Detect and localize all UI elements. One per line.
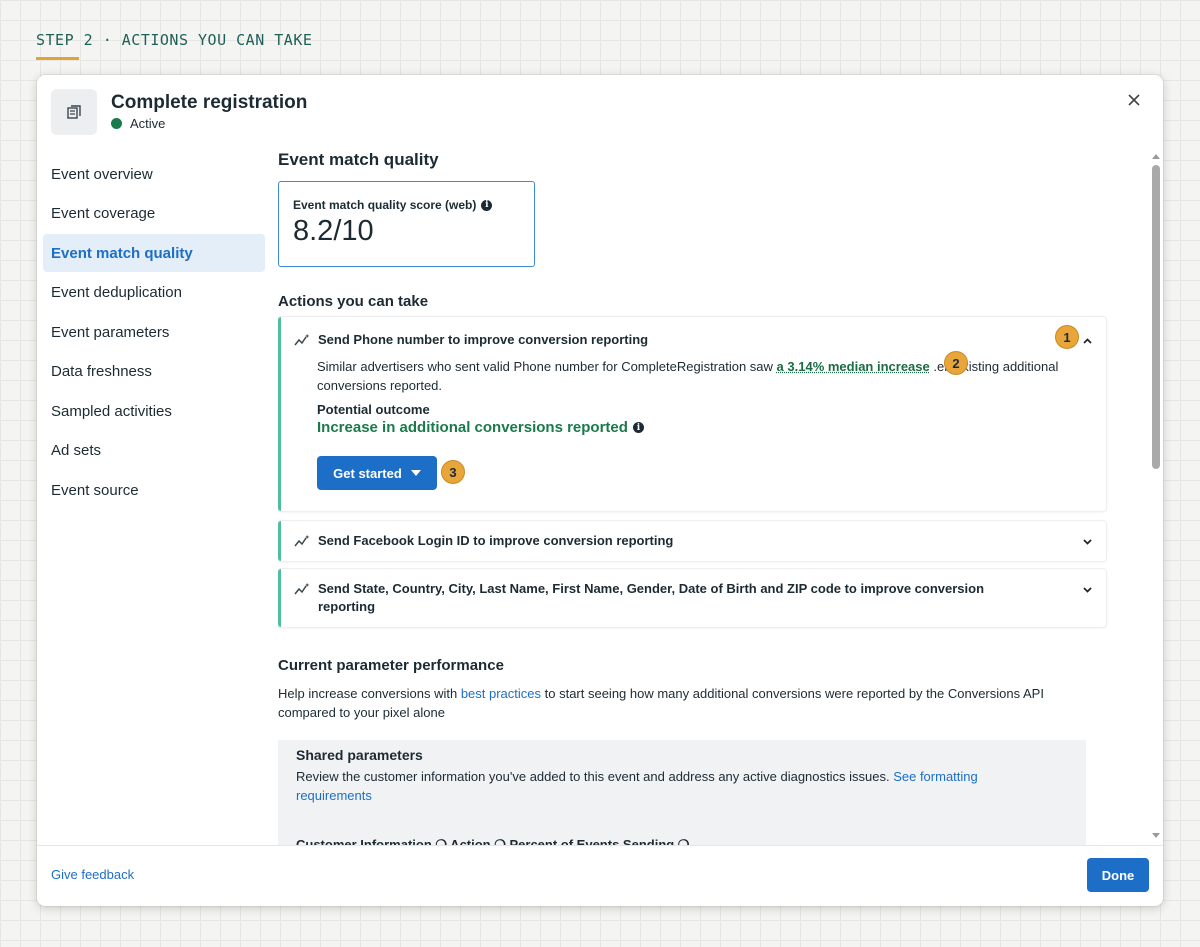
annotation-badge-2: 2 — [944, 351, 968, 375]
score-label-row: Event match quality score (web) i — [293, 198, 520, 212]
action-title-line2: reporting — [318, 599, 376, 614]
annotation-badge-3: 3 — [441, 460, 465, 484]
get-started-button[interactable]: Get started — [317, 456, 437, 490]
info-icon[interactable]: i — [481, 199, 493, 211]
chevron-up-icon[interactable] — [1083, 337, 1092, 346]
performance-title: Current parameter performance — [278, 657, 504, 674]
info-icon[interactable]: i — [632, 422, 644, 433]
annotation-badge-1: 1 — [1055, 325, 1079, 349]
main-content[interactable]: Event match quality Event match quality … — [278, 137, 1142, 845]
trend-sparkle-icon — [294, 583, 310, 595]
event-details-modal: Complete registration Active Event overv… — [37, 75, 1163, 906]
potential-outcome-label: Potential outcome — [317, 402, 430, 417]
action-title: Send State, Country, City, Last Name, Fi… — [318, 580, 984, 616]
sidebar-nav: Event overview Event coverage Event matc… — [43, 155, 265, 511]
formatting-requirements-link-2[interactable]: requirements — [296, 788, 372, 803]
best-practices-link[interactable]: best practices — [461, 686, 541, 701]
perf-text: Help increase conversions with — [278, 686, 461, 701]
event-document-icon — [51, 89, 97, 135]
action-header[interactable]: Send Phone number to improve conversion … — [294, 331, 648, 349]
sidebar-item-data-freshness[interactable]: Data freshness — [43, 353, 265, 391]
sidebar-item-event-match-quality[interactable]: Event match quality — [43, 234, 265, 272]
section-title: Event match quality — [278, 150, 439, 169]
formatting-requirements-link[interactable]: See formatting — [893, 769, 978, 784]
scroll-down-arrow-icon[interactable] — [1152, 833, 1160, 838]
done-button[interactable]: Done — [1087, 858, 1149, 892]
modal-title: Complete registration — [111, 92, 308, 113]
sidebar-item-event-parameters[interactable]: Event parameters — [43, 313, 265, 351]
shared-parameters-panel: Shared parameters Review the customer in… — [278, 740, 1086, 845]
score-card: Event match quality score (web) i 8.2/10 — [278, 181, 535, 267]
modal-footer: Give feedback Done — [37, 845, 1163, 906]
action-card-facebook-login[interactable]: Send Facebook Login ID to improve conver… — [278, 521, 1106, 561]
score-label: Event match quality score (web) — [293, 198, 477, 212]
get-started-label: Get started — [333, 465, 402, 481]
action-header[interactable]: Send State, Country, City, Last Name, Fi… — [294, 580, 984, 616]
table-headers-partial: Customer Information ❍ Action ❍ Percent … — [296, 837, 690, 845]
sidebar-item-ad-sets[interactable]: Ad sets — [43, 432, 265, 470]
status-text: Active — [130, 116, 166, 131]
desc-text: Similar advertisers who sent valid Phone… — [317, 359, 777, 374]
step-underline — [36, 57, 79, 60]
status-indicator: Active — [111, 116, 165, 131]
close-icon — [1128, 94, 1140, 106]
sidebar-item-event-source[interactable]: Event source — [43, 471, 265, 509]
scroll-up-arrow-icon[interactable] — [1152, 154, 1160, 159]
status-dot-icon — [111, 118, 122, 129]
perf-text-3: compared to your pixel alone — [278, 705, 445, 720]
action-title: Send Phone number to improve conversion … — [318, 332, 649, 347]
perf-text-2: to start seeing how many additional conv… — [541, 686, 1044, 701]
sidebar-item-event-deduplication[interactable]: Event deduplication — [43, 274, 265, 312]
chevron-down-icon[interactable] — [1083, 537, 1092, 546]
caret-down-icon — [410, 470, 421, 476]
action-card-customer-info[interactable]: Send State, Country, City, Last Name, Fi… — [278, 569, 1106, 627]
sidebar-item-event-overview[interactable]: Event overview — [43, 155, 265, 193]
shared-parameters-text: Review the customer information you've a… — [296, 767, 1056, 805]
shared-parameters-title: Shared parameters — [296, 747, 423, 763]
trend-sparkle-icon — [294, 334, 310, 346]
median-increase-link[interactable]: a 3.14% median increase — [777, 359, 930, 374]
action-title: Send Facebook Login ID to improve conver… — [318, 533, 674, 548]
performance-description: Help increase conversions with best prac… — [278, 684, 1118, 722]
sidebar-item-event-coverage[interactable]: Event coverage — [43, 195, 265, 233]
give-feedback-link[interactable]: Give feedback — [51, 867, 134, 882]
action-title-line1: Send State, Country, City, Last Name, Fi… — [318, 581, 985, 596]
actions-title: Actions you can take — [278, 293, 429, 310]
sidebar-item-sampled-activities[interactable]: Sampled activities — [43, 392, 265, 430]
outcome-text: Increase in additional conversions repor… — [317, 419, 628, 436]
score-value: 8.2/10 — [293, 215, 374, 247]
action-card-phone: Send Phone number to improve conversion … — [278, 317, 1106, 511]
action-header[interactable]: Send Facebook Login ID to improve conver… — [294, 532, 673, 550]
shared-text: Review the customer information you've a… — [296, 769, 894, 784]
potential-outcome-value: Increase in additional conversions repor… — [317, 419, 644, 436]
trend-sparkle-icon — [294, 535, 310, 547]
close-button[interactable] — [1123, 89, 1145, 111]
chevron-down-icon[interactable] — [1083, 585, 1092, 594]
step-header: STEP 2 · ACTIONS YOU CAN TAKE — [36, 31, 313, 49]
scrollbar-thumb[interactable] — [1152, 165, 1160, 469]
